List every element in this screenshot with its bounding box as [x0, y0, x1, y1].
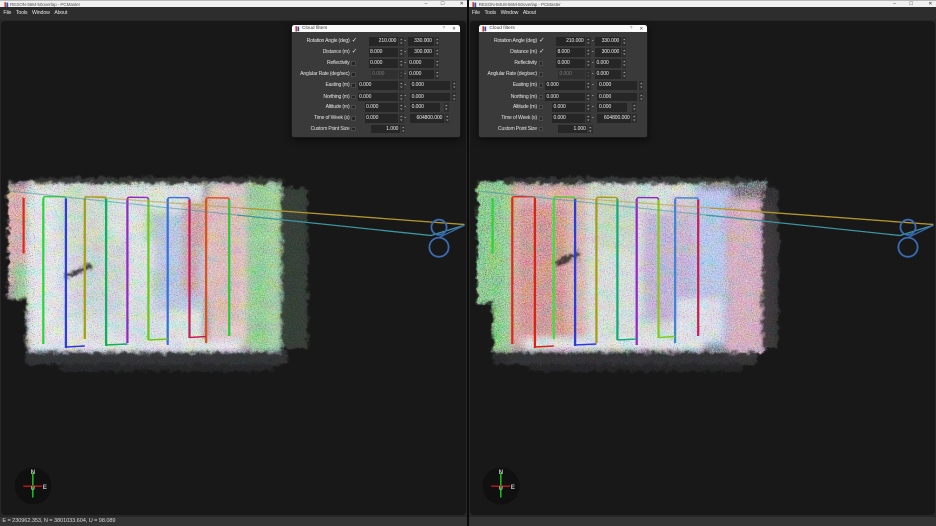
svg-text:E: E: [43, 484, 47, 491]
svg-text:U: U: [31, 486, 35, 492]
svg-text:N: N: [30, 469, 35, 476]
svg-text:E: E: [511, 484, 515, 491]
svg-text:U: U: [499, 486, 503, 492]
svg-text:N: N: [499, 469, 504, 476]
